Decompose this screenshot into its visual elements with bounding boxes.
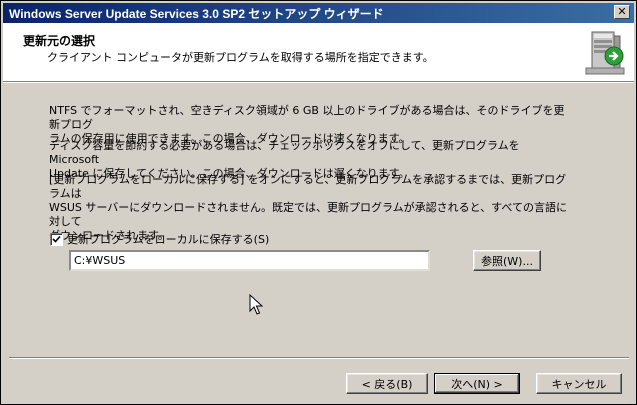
window-title: Windows Server Update Services 3.0 SP2 セ… [9, 6, 384, 21]
close-button[interactable]: ✕ [614, 5, 630, 19]
mouse-pointer-icon [249, 294, 263, 315]
cancel-button[interactable]: キャンセル [536, 373, 622, 394]
server-install-icon [585, 31, 625, 75]
store-locally-checkbox[interactable] [50, 232, 63, 246]
page-title: 更新元の選択 [23, 34, 96, 48]
title-bar[interactable]: Windows Server Update Services 3.0 SP2 セ… [3, 3, 634, 23]
setup-wizard-window: Windows Server Update Services 3.0 SP2 セ… [0, 0, 637, 405]
footer-divider [9, 357, 629, 359]
store-locally-option[interactable]: 更新プログラムをローカルに保存する(S) [50, 231, 269, 247]
intro-line-1: NTFS でフォーマットされ、空きディスク領域が 6 GB 以上のドライブがある… [49, 104, 565, 131]
approval-line-2: WSUS サーバーにダウンロードされません。既定では、更新プログラムが承認される… [49, 201, 567, 228]
store-locally-label[interactable]: 更新プログラムをローカルに保存する(S) [67, 231, 269, 247]
wizard-header: 更新元の選択 クライアント コンピュータが更新プログラムを取得する場所を指定でき… [3, 23, 634, 81]
header-divider [3, 81, 634, 83]
approval-line-1: [更新プログラムをローカルに保存する] をオンにすると、更新プログラムを承認する… [49, 173, 567, 200]
next-button[interactable]: 次へ(N) > [434, 373, 520, 394]
browse-button[interactable]: 参照(W)... [473, 250, 541, 271]
back-button[interactable]: < 戻る(B) [346, 373, 428, 394]
disk-space-line-1: ディスク容量を節約する必要がある場合は、チェックボックスをオフにして、更新プログ… [49, 139, 520, 166]
page-subtitle: クライアント コンピュータが更新プログラムを取得する場所を指定できます。 [47, 51, 434, 64]
storage-path-input[interactable] [69, 250, 430, 271]
checkmark-icon [52, 235, 61, 243]
